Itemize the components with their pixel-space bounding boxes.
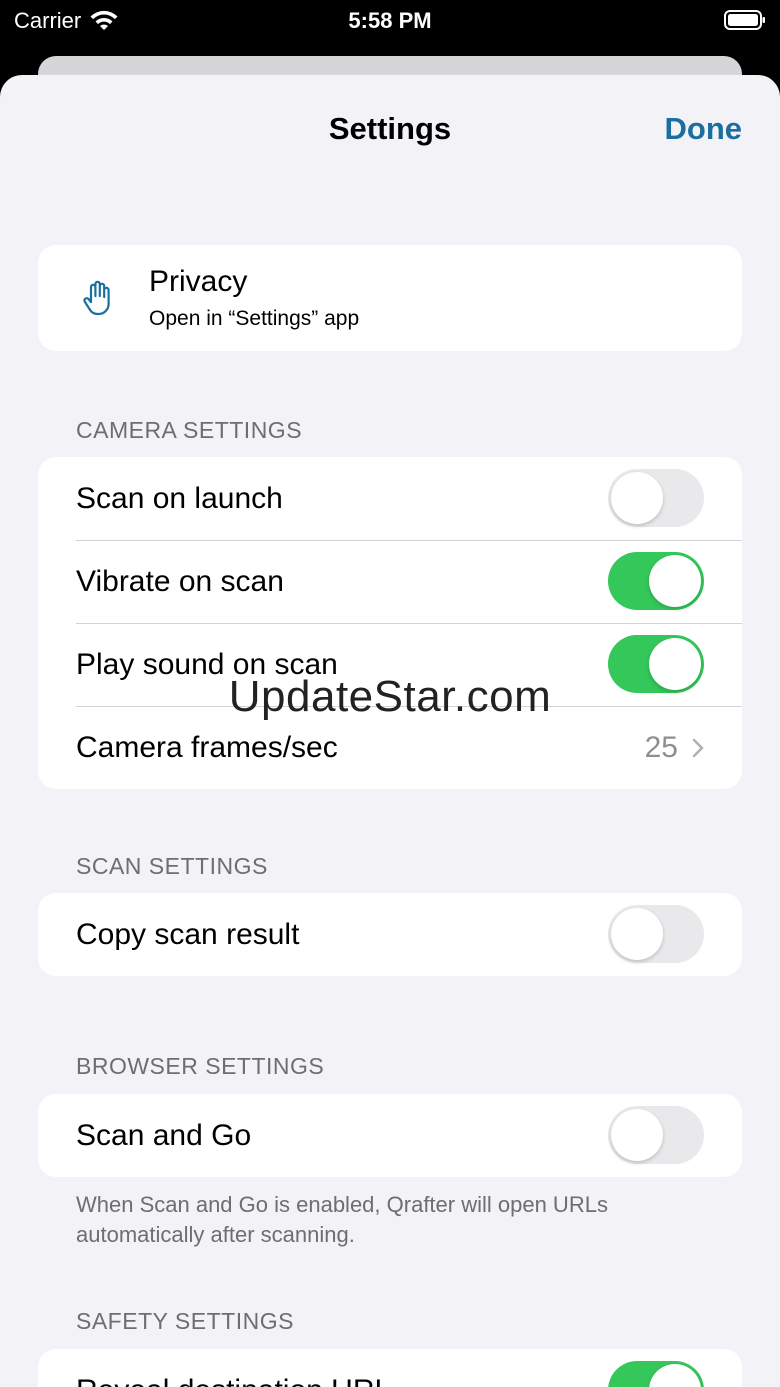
toggle-knob [611,1109,663,1161]
reveal-url-label: Reveal destination URL [76,1374,391,1387]
done-button[interactable]: Done [665,111,743,147]
vibrate-on-scan-label: Vibrate on scan [76,564,284,598]
status-bar: Carrier 5:58 PM [0,0,780,50]
battery-icon [724,10,765,30]
vibrate-on-scan-toggle[interactable] [608,552,704,610]
toggle-knob [611,908,663,960]
privacy-subtitle: Open in “Settings” app [149,307,360,330]
page-title: Settings [328,111,452,146]
privacy-card[interactable]: Privacy Open in “Settings” app [38,245,742,351]
scan-and-go-footer: When Scan and Go is enabled, Qrafter wil… [76,1192,608,1247]
navigation-bar: Settings Done [0,75,780,185]
hand-raised-icon [83,280,110,316]
camera-frames-value: 25 [644,730,678,764]
watermark-text: UpdateStar.com [228,672,552,721]
scan-on-launch-row: Scan on launch [38,457,742,540]
copy-scan-result-toggle[interactable] [608,905,704,963]
scan-settings-card: Copy scan result [38,893,742,976]
scan-and-go-row: Scan and Go [38,1094,742,1177]
camera-settings-card: Scan on launch Vibrate on scan Play soun… [38,457,742,789]
reveal-url-row: Reveal destination URL [38,1349,742,1387]
copy-scan-result-row: Copy scan result [38,893,742,976]
scan-on-launch-label: Scan on launch [76,481,283,515]
vibrate-on-scan-row: Vibrate on scan [38,540,742,623]
chevron-right-icon [692,738,704,757]
toggle-knob [649,1364,701,1387]
camera-settings-header: CAMERA SETTINGS [76,417,303,443]
toggle-knob [611,472,663,524]
scan-on-launch-toggle[interactable] [608,469,704,527]
scan-and-go-toggle[interactable] [608,1106,704,1164]
settings-sheet: Settings Done Privacy Open in “Settings”… [0,75,780,1387]
camera-frames-label: Camera frames/sec [76,730,338,764]
status-time: 5:58 PM [348,8,432,33]
toggle-knob [649,555,701,607]
safety-settings-header: SAFETY SETTINGS [76,1308,294,1334]
copy-scan-result-label: Copy scan result [76,917,300,951]
scan-and-go-label: Scan and Go [76,1118,252,1152]
browser-settings-header: BROWSER SETTINGS [76,1053,325,1079]
browser-settings-card: Scan and Go [38,1094,742,1177]
safety-settings-card: Reveal destination URL [38,1349,742,1387]
privacy-row[interactable]: Privacy Open in “Settings” app [38,245,742,351]
privacy-title: Privacy [149,265,248,298]
scan-settings-header: SCAN SETTINGS [76,853,268,879]
reveal-url-toggle[interactable] [608,1361,704,1387]
